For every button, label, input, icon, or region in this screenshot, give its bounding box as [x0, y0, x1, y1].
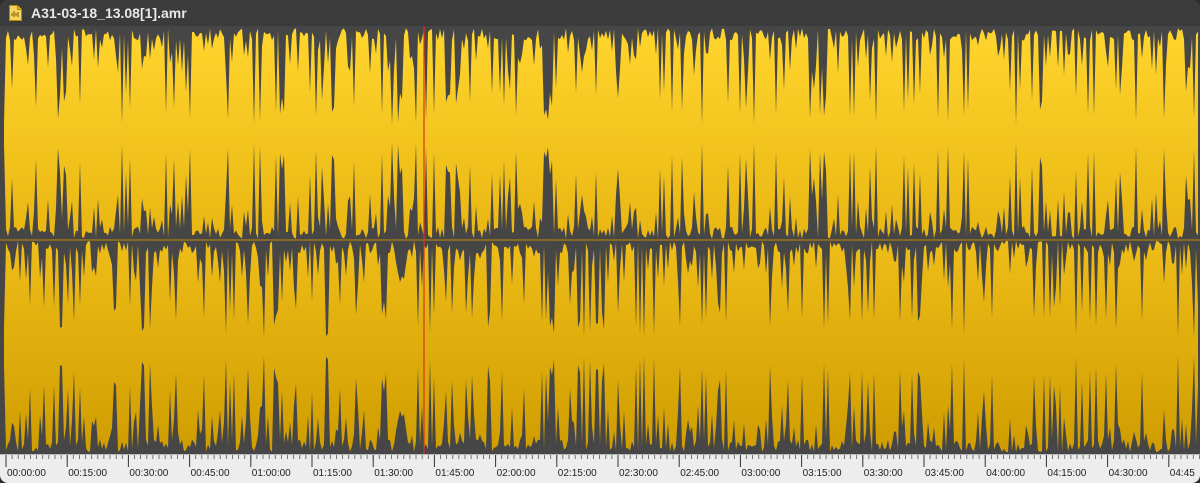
ruler-time-label: 02:00:00 — [496, 468, 536, 479]
ruler-time-label: 00:00:00 — [7, 468, 46, 479]
waveform-channel-right — [0, 241, 1200, 452]
ruler-time-label: 04:45 — [1169, 468, 1195, 479]
ruler-time-label: 04:00:00 — [986, 468, 1026, 479]
ruler-time-label: 01:00:00 — [251, 468, 291, 479]
waveform-canvas[interactable] — [0, 26, 1200, 454]
ruler-time-label: 02:15:00 — [557, 468, 597, 479]
ruler-time-label: 00:15:00 — [68, 468, 108, 479]
ruler-time-label: 01:45:00 — [435, 468, 475, 479]
ruler-time-label: 03:30:00 — [863, 468, 903, 479]
ruler-time-label: 00:30:00 — [129, 468, 169, 479]
waveform-shape — [4, 28, 1198, 239]
editor-window: A31-03-18_13.08[1].amr 00:00:00 00:15:00 0… — [0, 0, 1200, 483]
time-ruler[interactable]: 00:00:00 00:15:00 00:30:00 00:45:00 01:00:00… — [0, 454, 1200, 483]
ruler-time-label: 02:30:00 — [619, 468, 658, 479]
waveform-view[interactable] — [0, 26, 1200, 454]
title-bar: A31-03-18_13.08[1].amr — [0, 0, 1200, 27]
ruler-time-label: 04:30:00 — [1108, 468, 1148, 479]
ruler-time-label: 02:45:00 — [680, 468, 720, 479]
waveform-channel-left — [0, 28, 1200, 239]
ruler-time-label: 03:00:00 — [741, 468, 781, 479]
ruler-time-label: 01:15:00 — [313, 468, 352, 479]
ruler-time-label: 01:30:00 — [374, 468, 414, 479]
audio-file-icon — [9, 5, 22, 21]
ruler-time-label: 00:45:00 — [190, 468, 230, 479]
window-title: A31-03-18_13.08[1].amr — [31, 5, 187, 21]
ruler-time-label: 03:15:00 — [802, 468, 842, 479]
ruler-time-label: 04:15:00 — [1047, 468, 1087, 479]
ruler-time-label: 03:45:00 — [925, 468, 964, 479]
